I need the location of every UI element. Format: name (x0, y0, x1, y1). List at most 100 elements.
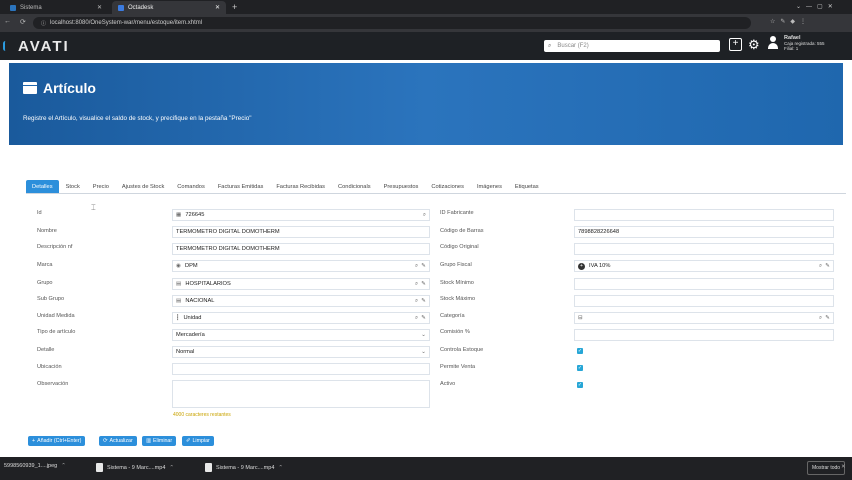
categoria-field[interactable]: ⊟ ⌕ ✎ (574, 312, 834, 324)
id-field[interactable]: ▦ 726645 ⌕ (172, 209, 430, 221)
edit-icon[interactable]: ✎ (421, 315, 426, 322)
clear-button[interactable]: ✐ Limpiar (182, 436, 214, 446)
original-field[interactable] (574, 243, 834, 255)
edit-icon[interactable]: ✎ (421, 281, 426, 288)
user-icon[interactable] (768, 36, 778, 50)
detalle-select[interactable]: Normal ⌄ (172, 346, 430, 358)
close-icon[interactable]: ✕ (841, 464, 846, 470)
search-icon[interactable]: ⌕ (423, 212, 426, 219)
permite-label: Permite Venta (440, 364, 476, 370)
subgrupo-field[interactable]: ▤ NACIONAL ⌕ ✎ (172, 295, 430, 307)
barcode-icon: ▦ (176, 212, 182, 218)
edit-icon[interactable]: ✎ (421, 298, 426, 305)
tab-stock[interactable]: Stock (60, 180, 86, 193)
group-icon: ▤ (176, 281, 182, 287)
descripcion-field[interactable]: TERMOMETRO DIGITAL DOMOTHERM (172, 243, 430, 255)
add-button[interactable]: + Añadir (Ctrl+Enter) (28, 436, 86, 446)
tab-ajustes-stock[interactable]: Ajustes de Stock (116, 180, 170, 193)
search-icon[interactable]: ⌕ (415, 263, 418, 270)
group-icon: ▤ (176, 298, 182, 304)
user-info[interactable]: Rafael Caja registrada: 555 Filial: 1 (784, 35, 825, 51)
add-icon[interactable]: + (729, 38, 742, 51)
tab-etiquetas[interactable]: Etiquetas (509, 180, 545, 193)
window-controls[interactable]: ⌄ — ▢ ✕ (796, 3, 833, 10)
tab-detalles[interactable]: Detalles (26, 180, 59, 193)
grupo-field[interactable]: ▤ HOSPITALARIOS ⌕ ✎ (172, 278, 430, 290)
gear-icon[interactable]: ⚙ (748, 37, 760, 53)
download-item[interactable]: Sistema - 9 Marc....mp4 ⌃ (96, 463, 174, 472)
marca-label: Marca (37, 262, 53, 268)
activo-label: Activo (440, 381, 456, 387)
permite-checkbox[interactable]: ✓ (577, 365, 583, 371)
search-icon[interactable]: ⌕ (415, 281, 418, 288)
categoria-label: Categoría (440, 313, 465, 319)
max-field[interactable] (574, 295, 834, 307)
search-icon[interactable]: ⌕ (819, 263, 822, 270)
url-input[interactable]: ⓘ localhost:8080/OneSystem-war/menu/esto… (33, 17, 751, 29)
close-icon[interactable]: ✕ (215, 4, 220, 11)
download-item[interactable]: 5998560939_1....jpeg ⌃ (4, 463, 66, 469)
page-hero: Artículo Registre el Artículo, visualice… (9, 63, 843, 145)
fabricante-field[interactable] (574, 209, 834, 221)
marca-field[interactable]: ◉ DPM ⌕ ✎ (172, 260, 430, 272)
back-icon[interactable]: ← (4, 18, 11, 25)
tab-cotizaciones[interactable]: Cotizaciones (425, 180, 470, 193)
observacion-textarea[interactable] (172, 380, 430, 408)
subgrupo-value: NACIONAL (185, 298, 215, 304)
controla-checkbox[interactable]: ✓ (577, 348, 583, 354)
delete-button[interactable]: ▥ Eliminar (142, 436, 177, 446)
unidad-field[interactable]: ┇ Unidad ⌕ ✎ (172, 312, 430, 324)
comision-field[interactable] (574, 329, 834, 341)
comision-label: Comisión % (440, 329, 470, 335)
edit-icon[interactable]: ✎ (825, 315, 830, 322)
min-field[interactable] (574, 278, 834, 290)
plus-icon[interactable]: + (232, 2, 237, 12)
chevron-down-icon: ⌄ (421, 332, 426, 338)
search-icon[interactable]: ⌕ (415, 315, 418, 322)
refresh-icon: ⟳ (103, 438, 108, 444)
browser-tab-octadesk[interactable]: Octadesk ✕ (112, 1, 226, 14)
chevron-up-icon[interactable]: ⌃ (169, 465, 174, 471)
barras-field[interactable]: 7898828226648 (574, 226, 834, 238)
tab-presupuestos[interactable]: Presupuestos (378, 180, 425, 193)
fiscal-field[interactable]: + IVA 10% ⌕ ✎ (574, 260, 834, 272)
browser-tab-label: Octadesk (128, 4, 154, 11)
fabricante-label: ID Fabricante (440, 210, 474, 216)
show-all-button[interactable]: Mostrar todo (807, 461, 846, 475)
edit-icon[interactable]: ✎ (421, 263, 426, 270)
ubicacion-field[interactable] (172, 363, 430, 375)
chevron-up-icon[interactable]: ⌃ (278, 465, 283, 471)
browser-toolbar-icons[interactable]: ☆ ✎ ◆ ⋮ (770, 18, 806, 25)
browser-tab-sistema[interactable]: Sistema ✕ (4, 1, 108, 14)
tab-facturas-emitidas[interactable]: Facturas Emitidas (212, 180, 270, 193)
browser-tab-label: Sistema (20, 4, 42, 11)
user-branch: Filial: 1 (784, 46, 799, 51)
tab-imagenes[interactable]: Imágenes (471, 180, 508, 193)
chevron-up-icon[interactable]: ⌃ (61, 463, 66, 469)
fiscal-value: IVA 10% (589, 263, 611, 269)
search-input[interactable]: ⌕ Buscar (F2) (544, 40, 720, 52)
search-icon[interactable]: ⌕ (819, 315, 822, 322)
browser-tab-bar: Sistema ✕ Octadesk ✕ + ⌄ — ▢ ✕ (0, 0, 852, 14)
fiscal-label: Grupo Fiscal (440, 262, 472, 268)
subgrupo-label: Sub Grupo (37, 296, 65, 302)
edit-icon[interactable]: ✎ (825, 263, 830, 270)
search-icon[interactable]: ⌕ (415, 298, 418, 305)
chars-remaining: 4000 caracteres restantes (173, 412, 231, 418)
tab-precio[interactable]: Precio (87, 180, 115, 193)
update-button[interactable]: ⟳ Actualizar (99, 436, 137, 446)
download-item[interactable]: Sistema - 9 Marc....mp4 ⌃ (205, 463, 283, 472)
tab-condicionals[interactable]: Condicionals (332, 180, 377, 193)
downloads-bar: 5998560939_1....jpeg ⌃ Sistema - 9 Marc.… (0, 457, 852, 480)
tipo-select[interactable]: Mercadería ⌄ (172, 329, 430, 341)
menu-toggle-icon[interactable] (3, 41, 8, 51)
page-title-text: Artículo (43, 80, 96, 96)
unidad-label: Unidad Medida (37, 313, 75, 319)
reload-icon[interactable]: ⟳ (20, 18, 26, 26)
activo-checkbox[interactable]: ✓ (577, 382, 583, 388)
tab-comandos[interactable]: Comandos (171, 180, 211, 193)
original-label: Código Original (440, 244, 479, 250)
close-icon[interactable]: ✕ (97, 4, 102, 11)
nombre-field[interactable]: TERMOMETRO DIGITAL DOMOTHERM (172, 226, 430, 238)
tab-facturas-recibidas[interactable]: Facturas Recibidas (270, 180, 331, 193)
